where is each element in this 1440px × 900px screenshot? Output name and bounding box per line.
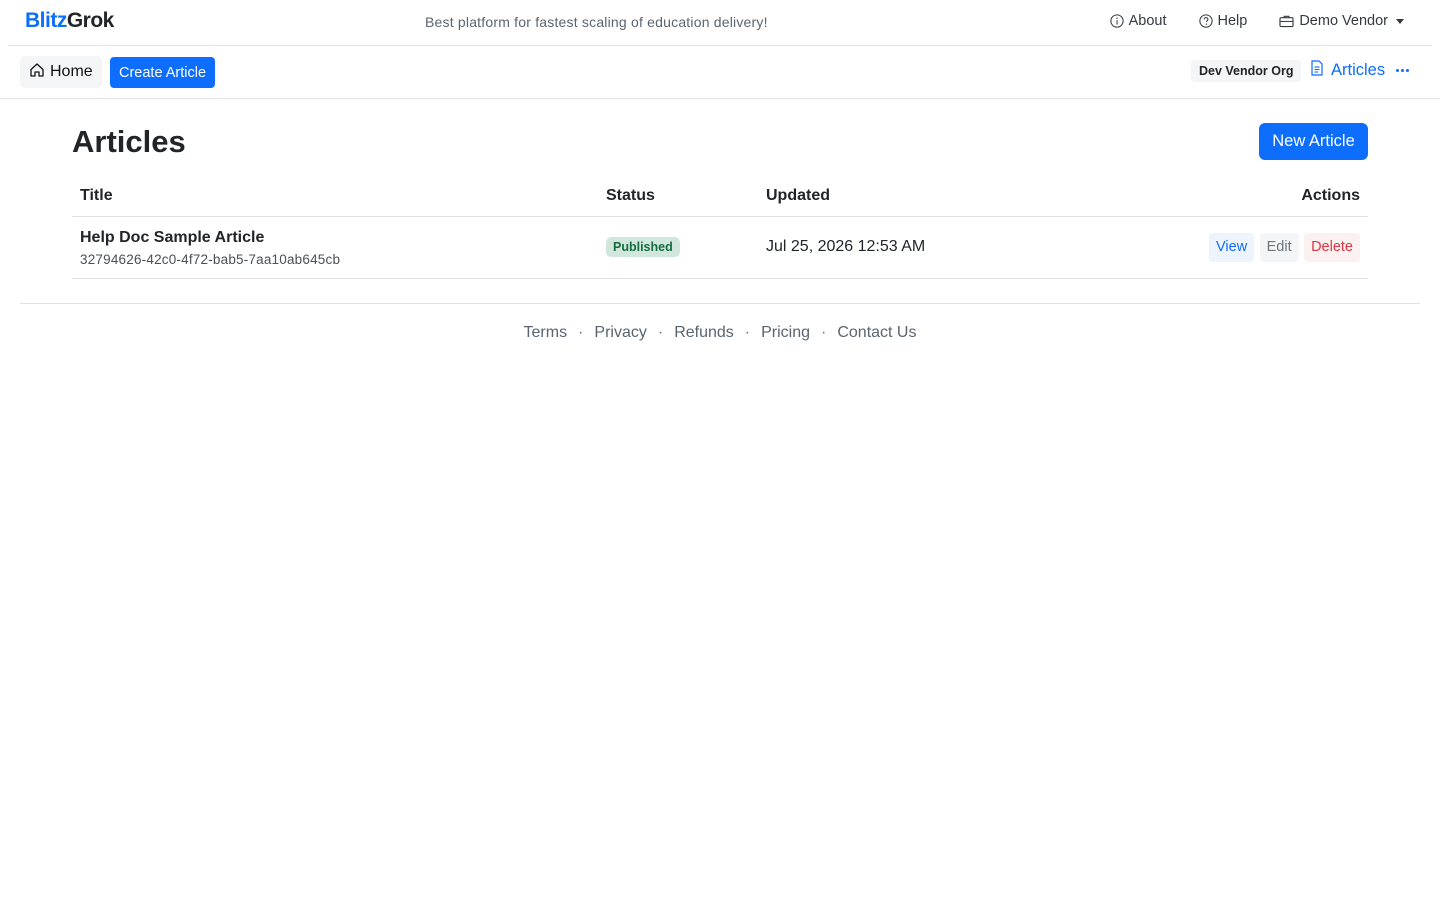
brand-logo[interactable]: BlitzGrok (25, 9, 114, 33)
edit-button[interactable]: Edit (1259, 232, 1299, 262)
footer-link-pricing[interactable]: Pricing (761, 324, 810, 342)
footer-link-refunds[interactable]: Refunds (674, 324, 734, 342)
help-link[interactable]: Help (1198, 13, 1248, 29)
title-cell: Help Doc Sample Article 32794626-42c0-4f… (72, 216, 598, 279)
table-header-row: Title Status Updated Actions (72, 176, 1368, 217)
brand-part-1: Blitz (25, 9, 67, 32)
more-icon[interactable] (1396, 69, 1410, 72)
article-id: 32794626-42c0-4f72-bab5-7aa10ab645cb (80, 252, 341, 267)
articles-table: Title Status Updated Actions Help Doc Sa… (72, 176, 1368, 279)
footer-links: Terms · Privacy · Refunds · Pricing · Co… (20, 324, 1420, 342)
updated-cell: Jul 25, 2026 12:53 AM (758, 216, 1058, 279)
home-label: Home (50, 63, 93, 80)
tagline: Best platform for fastest scaling of edu… (425, 14, 768, 30)
top-header: BlitzGrok Best platform for fastest scal… (8, 0, 1432, 46)
footer-link-privacy[interactable]: Privacy (594, 324, 646, 342)
question-circle-icon (1198, 14, 1213, 28)
briefcase-icon (1279, 14, 1294, 28)
footer-separator: · (744, 324, 751, 341)
new-article-button[interactable]: New Article (1259, 123, 1368, 160)
create-article-button[interactable]: Create Article (110, 57, 216, 88)
column-header-title: Title (72, 176, 598, 217)
view-button[interactable]: View (1209, 232, 1255, 262)
brand-part-2: Grok (66, 9, 115, 32)
footer-link-contact[interactable]: Contact Us (837, 324, 916, 342)
house-icon (29, 62, 45, 83)
footer-separator: · (578, 324, 584, 341)
page-title: Articles (72, 124, 186, 159)
footer-link-terms[interactable]: Terms (524, 324, 568, 342)
footer-separator: · (821, 324, 827, 341)
footer-separator: · (657, 324, 664, 341)
vendor-dropdown[interactable]: Demo Vendor (1279, 13, 1404, 29)
vendor-label: Demo Vendor (1299, 13, 1388, 29)
org-badge: Dev Vendor Org (1191, 60, 1302, 82)
chevron-down-icon (1396, 18, 1404, 24)
articles-label: Articles (1331, 61, 1386, 79)
status-cell: Published (598, 216, 758, 279)
column-header-status: Status (598, 176, 758, 217)
about-label: About (1128, 13, 1167, 29)
about-link[interactable]: About (1109, 13, 1167, 29)
column-header-updated: Updated (758, 176, 1058, 217)
column-header-actions: Actions (1058, 176, 1368, 217)
table-row: Help Doc Sample Article 32794626-42c0-4f… (72, 216, 1368, 279)
info-icon (1109, 14, 1124, 28)
home-button[interactable]: Home (20, 56, 102, 88)
actions-cell: View Edit Delete (1058, 216, 1368, 279)
toolbar: Home Create Article Dev Vendor Org Artic… (0, 46, 1440, 99)
top-nav: About Help Demo Vendor (1109, 13, 1404, 29)
articles-menu-link[interactable]: Articles (1310, 60, 1410, 81)
help-label: Help (1217, 13, 1248, 29)
delete-button[interactable]: Delete (1304, 232, 1360, 262)
status-badge: Published (606, 237, 680, 257)
updated-timestamp: Jul 25, 2026 12:53 AM (766, 238, 926, 255)
footer: Terms · Privacy · Refunds · Pricing · Co… (20, 303, 1420, 363)
article-title[interactable]: Help Doc Sample Article (80, 229, 590, 247)
file-text-icon (1310, 60, 1324, 81)
